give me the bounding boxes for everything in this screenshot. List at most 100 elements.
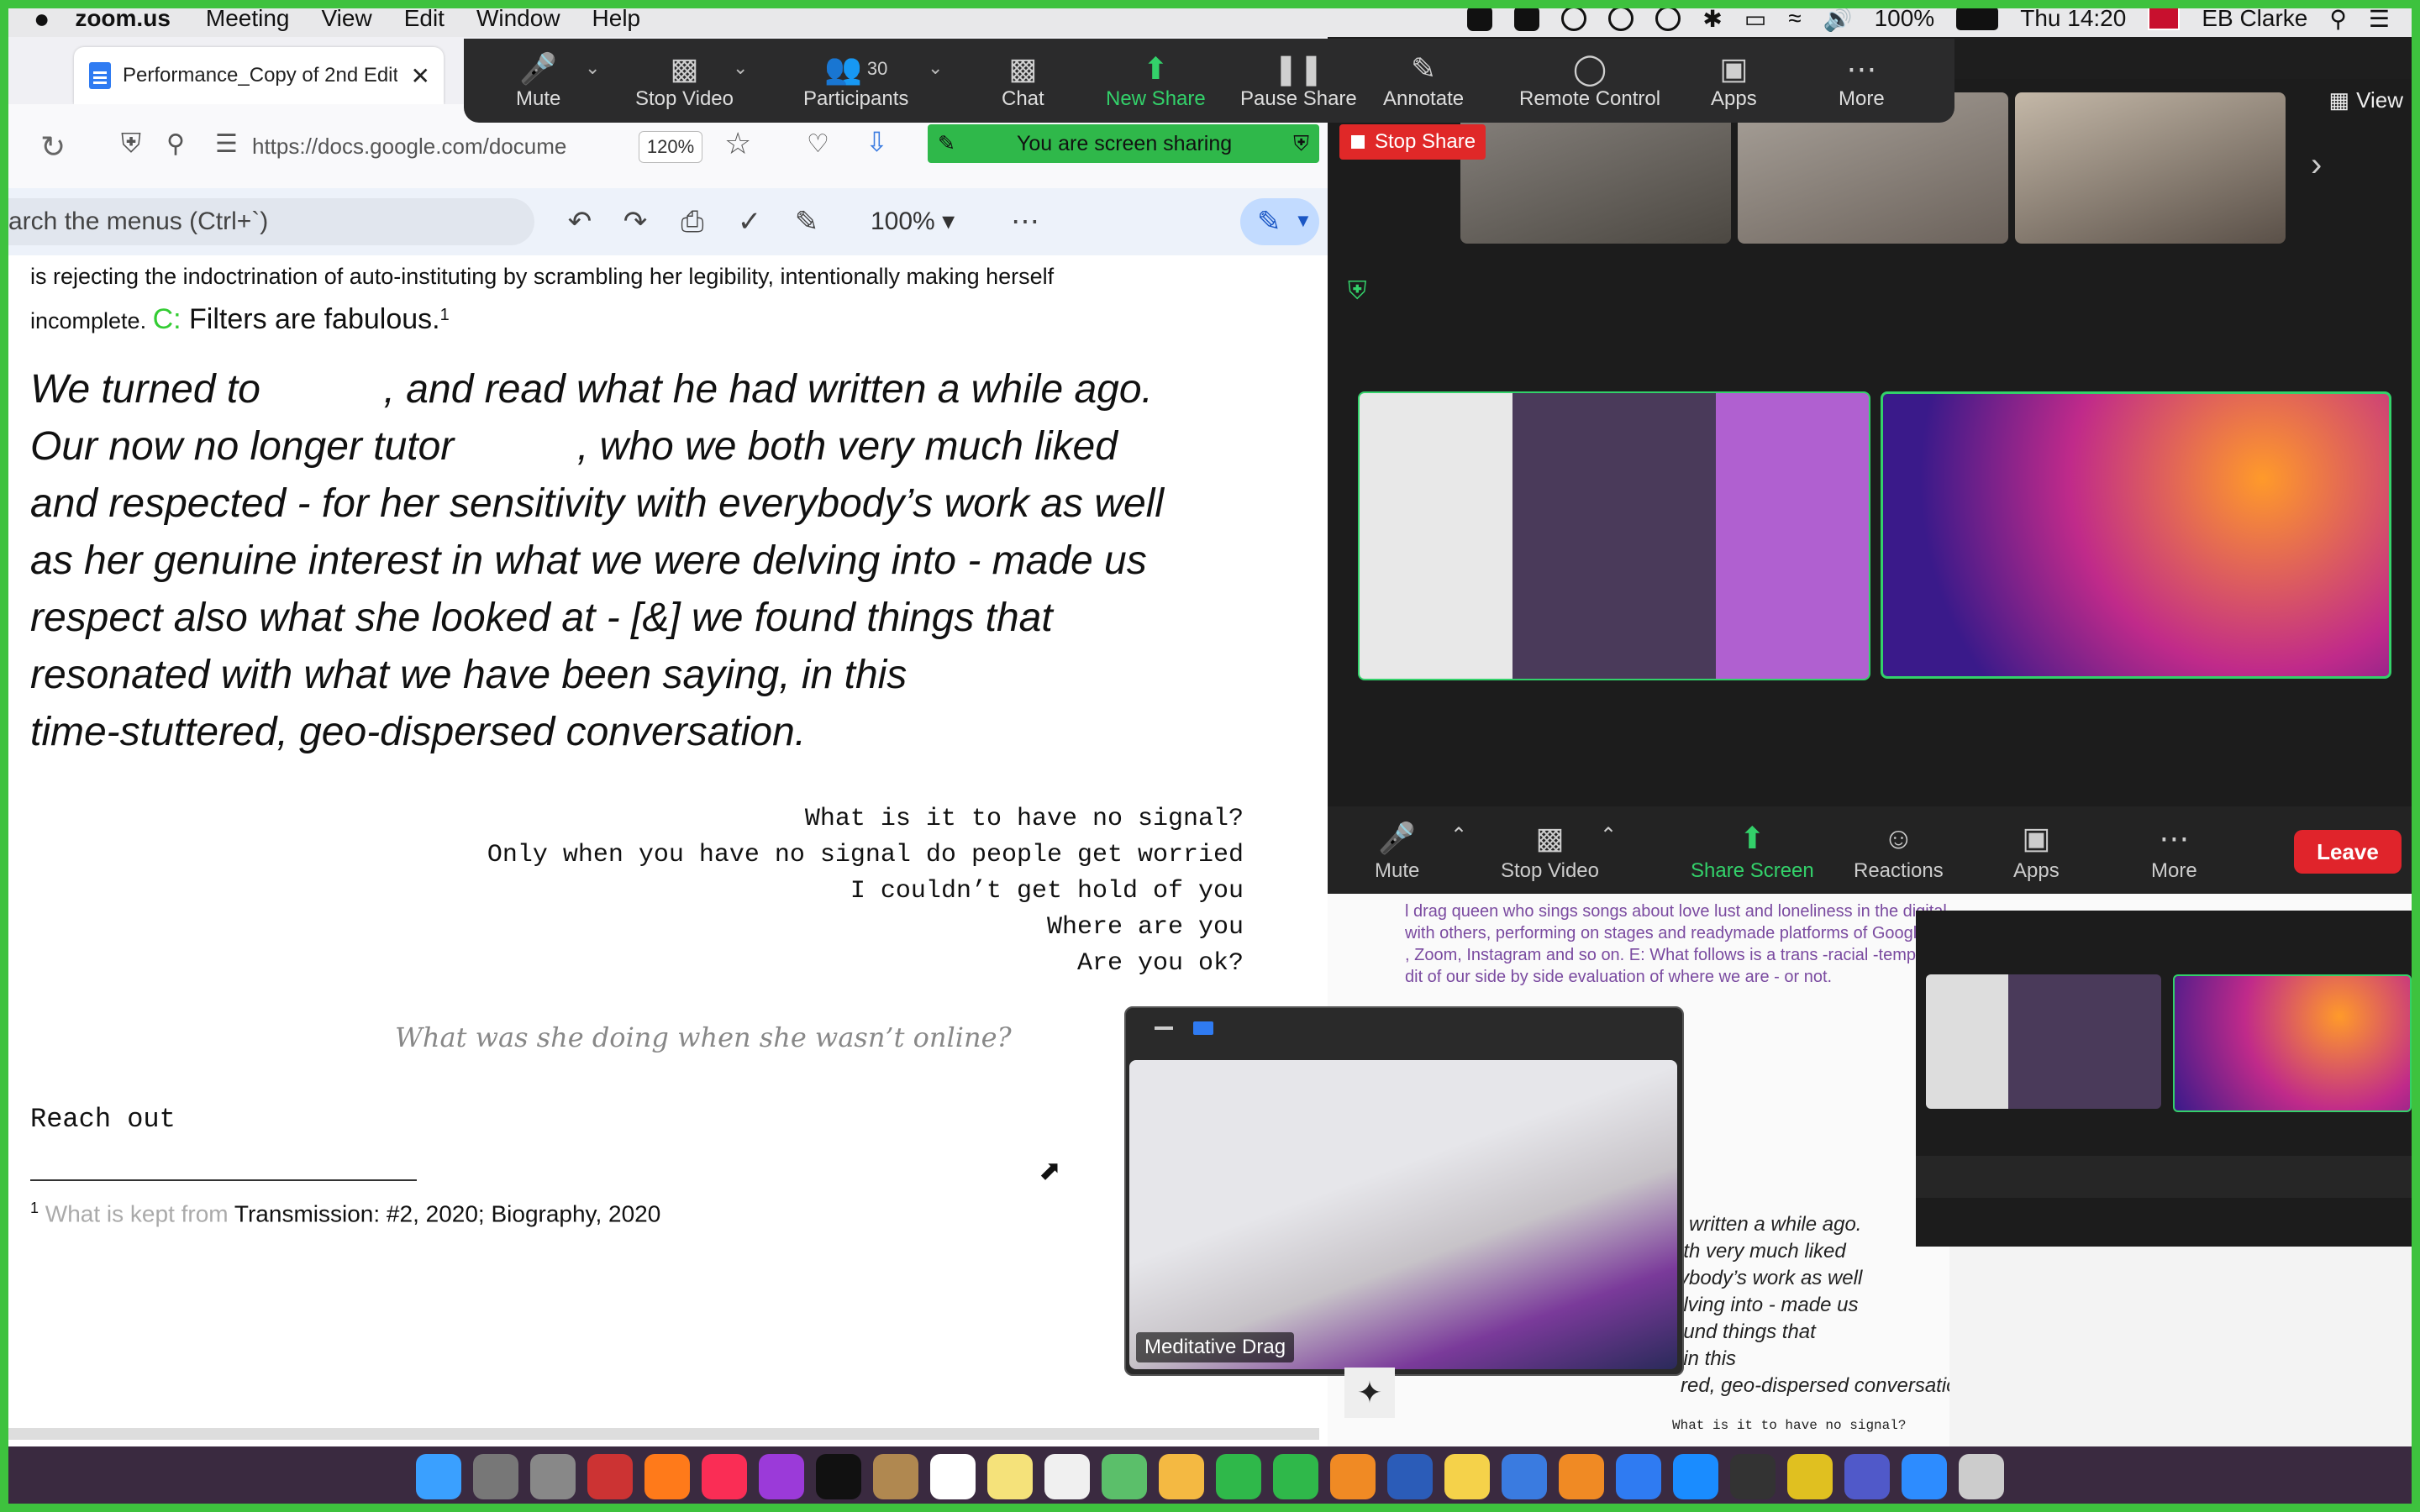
obs-icon[interactable]	[1730, 1454, 1776, 1499]
download-icon[interactable]: ⇩	[865, 126, 888, 158]
meeting-stop-video-button[interactable]: ▩ Stop Video	[1501, 806, 1599, 894]
calendar-icon[interactable]	[930, 1454, 976, 1499]
record-icon[interactable]	[1467, 6, 1493, 31]
paint-format-icon[interactable]: ✎	[790, 205, 823, 239]
pause-share-button[interactable]: ❚❚ Pause Share	[1240, 39, 1357, 123]
annotate-button[interactable]: ✎ Annotate	[1383, 39, 1464, 123]
mute-chevron-icon[interactable]: ⌄	[585, 57, 600, 79]
participant-thumbnail-3[interactable]	[2015, 92, 2286, 244]
teams-icon[interactable]	[1844, 1454, 1890, 1499]
trash-icon[interactable]	[1959, 1454, 2004, 1499]
volume-icon[interactable]: 🔊	[1823, 5, 1853, 33]
video-options-chevron-icon[interactable]: ⌃	[1600, 823, 1617, 848]
share-screen-button[interactable]: ⬆ Share Screen	[1691, 806, 1814, 894]
toolbar-mute-button[interactable]: 🎤 Mute	[516, 39, 560, 123]
chrome-icon[interactable]	[1787, 1454, 1833, 1499]
podcasts-icon[interactable]	[759, 1454, 804, 1499]
remote-control-button[interactable]: ◯ Remote Control	[1519, 39, 1660, 123]
camera-icon[interactable]	[1514, 6, 1540, 31]
battery-icon[interactable]	[1956, 7, 1999, 30]
contacts-icon[interactable]	[873, 1454, 918, 1499]
menu-search-input[interactable]: arch the menus (Ctrl+`)	[8, 198, 534, 245]
notes-icon[interactable]	[987, 1454, 1033, 1499]
menu-window[interactable]: Window	[476, 5, 560, 32]
facetime-icon[interactable]	[1273, 1454, 1318, 1499]
keynote-icon[interactable]	[1502, 1454, 1547, 1499]
toolbar-apps-button[interactable]: ▣ Apps	[1711, 39, 1757, 123]
xcode-icon[interactable]	[1616, 1454, 1661, 1499]
footnote-ref[interactable]: 1	[440, 306, 450, 324]
browser-tab-active[interactable]: Performance_Copy of 2nd Editic ✕	[74, 47, 444, 104]
shield-icon[interactable]: ⛨	[121, 128, 141, 160]
pocket-icon[interactable]: ♡	[807, 129, 829, 159]
apple-tv-icon[interactable]	[816, 1454, 861, 1499]
participant-video-active[interactable]	[1881, 391, 2391, 679]
spotlight-search-icon[interactable]: ⚲	[2329, 5, 2347, 33]
participants-button[interactable]: 👥 30 Participants	[803, 39, 908, 123]
system-preferences-icon[interactable]	[473, 1454, 518, 1499]
control-center-icon[interactable]: ☰	[2369, 5, 2390, 33]
pages-icon[interactable]	[1330, 1454, 1376, 1499]
apple-icon[interactable]: ●	[34, 3, 50, 34]
menu-edit[interactable]: Edit	[404, 5, 445, 32]
zoom-status-icon[interactable]	[1561, 6, 1587, 31]
word-icon[interactable]	[1387, 1454, 1433, 1499]
creative-cloud-icon[interactable]	[1608, 6, 1634, 31]
reminders-icon[interactable]	[1044, 1454, 1090, 1499]
more-options-icon[interactable]: ⋯	[1008, 205, 1042, 239]
undo-icon[interactable]: ↶	[563, 205, 597, 239]
flag-icon[interactable]	[2148, 7, 2181, 30]
app-store-icon[interactable]	[1673, 1454, 1718, 1499]
menubar-app-name[interactable]: zoom.us	[75, 5, 171, 32]
stop-share-button[interactable]: Stop Share	[1339, 124, 1486, 160]
close-tab-icon[interactable]: ✕	[411, 62, 430, 90]
sparkle-assistant-icon[interactable]: ✦	[1344, 1368, 1395, 1418]
permissions-icon[interactable]: ☰	[215, 129, 238, 159]
menu-meeting[interactable]: Meeting	[206, 5, 290, 32]
toolbar-more-button[interactable]: ⋯ More	[1839, 39, 1885, 123]
menubar-clock[interactable]: Thu 14:20	[2020, 5, 2126, 32]
reactions-button[interactable]: ☺ Reactions	[1854, 806, 1944, 894]
wifi-icon[interactable]: ≈	[1788, 5, 1801, 32]
menu-view[interactable]: View	[322, 5, 372, 32]
menu-help[interactable]: Help	[592, 5, 641, 32]
minimize-icon[interactable]	[1155, 1026, 1173, 1030]
live-icon[interactable]	[1444, 1454, 1490, 1499]
time-machine-icon[interactable]	[1655, 6, 1681, 31]
horizontal-scrollbar[interactable]	[8, 1428, 1319, 1440]
chat-button[interactable]: ▩ Chat	[1002, 39, 1044, 123]
launchpad-icon[interactable]	[530, 1454, 576, 1499]
redo-icon[interactable]: ↷	[618, 205, 652, 239]
bookmark-star-icon[interactable]: ☆	[724, 126, 751, 161]
finder-icon[interactable]	[416, 1454, 461, 1499]
editing-mode-button[interactable]: ✎ ▼	[1240, 198, 1319, 245]
spellcheck-icon[interactable]: ✓	[733, 205, 766, 239]
reload-icon[interactable]: ↻	[40, 129, 66, 165]
print-icon[interactable]: ⎙	[676, 205, 709, 239]
docs-zoom-select[interactable]: 100% ▾	[871, 207, 955, 236]
toolbar-stop-video-button[interactable]: ▩ Stop Video	[635, 39, 734, 123]
zoom-app-icon[interactable]	[1902, 1454, 1947, 1499]
maps-icon[interactable]	[1102, 1454, 1147, 1499]
menubar-user[interactable]: EB Clarke	[2202, 5, 2307, 32]
floating-self-view-window[interactable]: Meditative Drag	[1124, 1006, 1684, 1376]
airplay-icon[interactable]: ▭	[1744, 5, 1766, 33]
restore-icon[interactable]	[1193, 1021, 1213, 1035]
music-icon[interactable]	[702, 1454, 747, 1499]
participant-video-screen-share[interactable]	[1358, 391, 1870, 680]
view-button[interactable]: ▦ View	[2329, 87, 2403, 113]
video-chevron-icon[interactable]: ⌄	[733, 57, 748, 79]
photos-icon[interactable]	[1159, 1454, 1204, 1499]
participants-chevron-icon[interactable]: ⌄	[928, 57, 943, 79]
firefox-icon[interactable]	[644, 1454, 690, 1499]
meeting-more-button[interactable]: ⋯ More	[2151, 806, 2197, 894]
books-icon[interactable]	[1559, 1454, 1604, 1499]
meeting-mute-button[interactable]: 🎤 Mute	[1375, 806, 1419, 894]
new-share-button[interactable]: ⬆ New Share	[1106, 39, 1206, 123]
notes-app-icon[interactable]	[587, 1454, 633, 1499]
bluetooth-icon[interactable]: ✱	[1702, 5, 1722, 33]
mute-options-chevron-icon[interactable]: ⌃	[1450, 823, 1467, 848]
messages-icon[interactable]	[1216, 1454, 1261, 1499]
leave-meeting-button[interactable]: Leave	[2294, 830, 2402, 874]
next-page-chevron-icon[interactable]: ›	[2311, 146, 2322, 184]
